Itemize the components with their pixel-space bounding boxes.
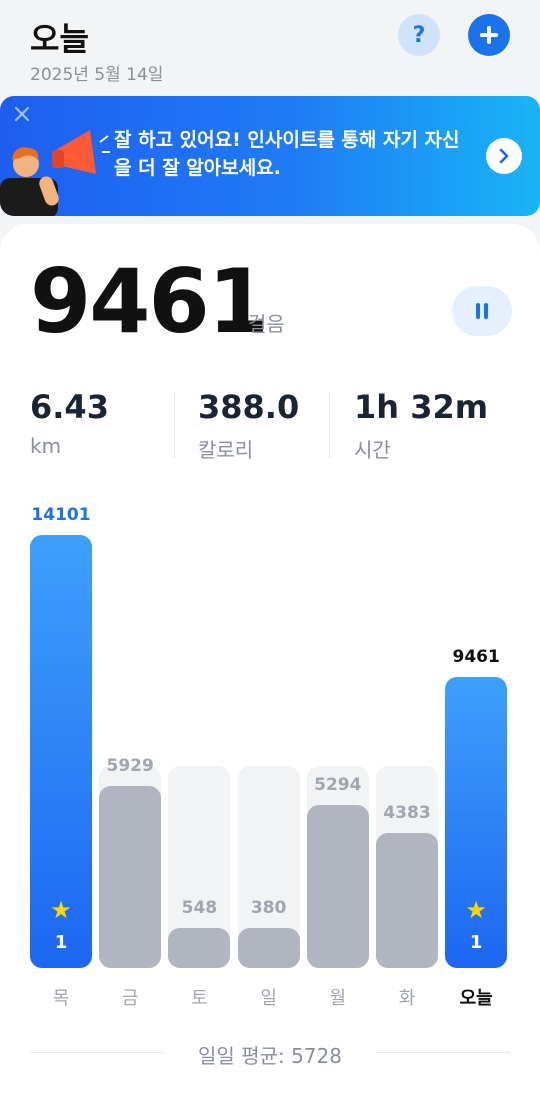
banner-arrow-button[interactable] [486,138,522,174]
daily-average: 일일 평균: 5728 [198,1044,342,1068]
weekly-steps-chart: 14101 ★ 1 목 5929 금 548 토 380 일 5294 월 4383 화 9461 ★ 1 오늘 [0,224,540,1098]
page-date: 2025년 5월 14일 [30,65,164,85]
page-title: 오늘 [30,20,89,58]
day-label: 화 [398,988,416,1009]
bar-value-label: 5929 [106,755,154,776]
bar-value-label: 5294 [314,775,362,796]
header: 오늘 2025년 5월 14일 ? [0,0,540,95]
bar-오늘[interactable] [445,677,508,968]
day-label: 토 [191,988,208,1009]
banner-message: 잘 하고 있어요! 인사이트를 통해 자기 자신을 더 잘 알아보세요. [114,129,460,179]
activity-card: 9461 걸음 6.43 km 388.0 칼로리 1h 32m 시간 1410… [0,224,540,1098]
day-label: 일 [260,988,277,1009]
insight-banner[interactable]: 잘 하고 있어요! 인사이트를 통해 자기 자신을 더 잘 알아보세요. [0,96,540,216]
star-icon: ★ [50,896,72,924]
add-button[interactable] [468,14,510,56]
bar-토[interactable] [168,928,231,968]
bar-value-label: 4383 [383,803,431,824]
plus-icon [480,26,498,44]
bar-value-label: 548 [181,898,218,918]
star-count: 1 [469,932,483,953]
bar-value-label: 14101 [31,505,91,525]
day-label: 목 [52,988,70,1009]
bar-월[interactable] [306,805,369,968]
day-label: 금 [121,988,139,1009]
bar-화[interactable] [376,833,438,968]
bar-value-label: 380 [250,898,287,918]
star-count: 1 [54,932,68,953]
bar-금[interactable] [99,785,162,968]
bar-value-label: 9461 [452,647,500,668]
megaphone-person-illustration [0,130,110,216]
star-icon: ★ [465,896,487,924]
question-icon: ? [412,22,426,48]
help-button[interactable]: ? [398,14,440,56]
chevron-right-icon [499,148,509,164]
bar-일[interactable] [237,928,300,968]
day-label: 월 [329,988,347,1009]
day-label: 오늘 [459,988,493,1009]
